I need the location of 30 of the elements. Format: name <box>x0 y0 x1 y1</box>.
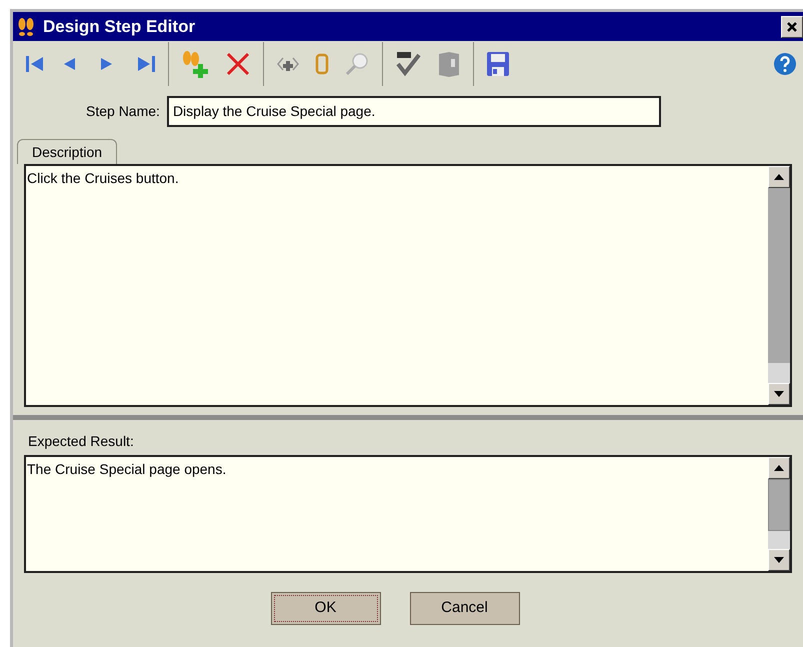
last-record-icon[interactable] <box>136 54 156 72</box>
window-title: Design Step Editor <box>43 16 196 38</box>
help-icon[interactable] <box>773 52 797 76</box>
add-step-icon[interactable] <box>181 50 209 78</box>
search-icon[interactable] <box>344 50 370 76</box>
scrollbar[interactable] <box>768 457 790 571</box>
scrollbar[interactable] <box>768 166 790 405</box>
delete-icon[interactable] <box>225 50 251 76</box>
expected-result-label: Expected Result: <box>28 432 134 451</box>
scroll-down-icon[interactable] <box>774 557 784 563</box>
step-name-field[interactable]: Display the Cruise Special page. <box>166 96 661 126</box>
save-icon[interactable] <box>486 50 510 76</box>
next-icon[interactable] <box>100 56 114 70</box>
paperclip-icon[interactable] <box>314 52 330 76</box>
scroll-down-icon[interactable] <box>774 391 784 397</box>
description-tab[interactable]: Description <box>17 139 118 164</box>
step-name-label: Step Name: <box>86 102 160 121</box>
scroll-up-icon[interactable] <box>774 174 784 180</box>
dialog-button[interactable]: Cancel <box>410 592 520 625</box>
previous-icon[interactable] <box>62 56 76 70</box>
first-record-icon[interactable] <box>25 54 45 72</box>
scroll-thumb[interactable] <box>768 188 790 363</box>
close-button[interactable] <box>781 16 803 38</box>
spell-check-icon[interactable] <box>395 50 421 76</box>
close-icon <box>786 20 798 32</box>
book-icon[interactable] <box>437 50 461 76</box>
scroll-up-icon[interactable] <box>774 465 784 471</box>
scroll-thumb[interactable] <box>768 479 790 531</box>
dialog-button[interactable]: OK <box>270 592 380 625</box>
footprints-icon <box>17 16 35 36</box>
